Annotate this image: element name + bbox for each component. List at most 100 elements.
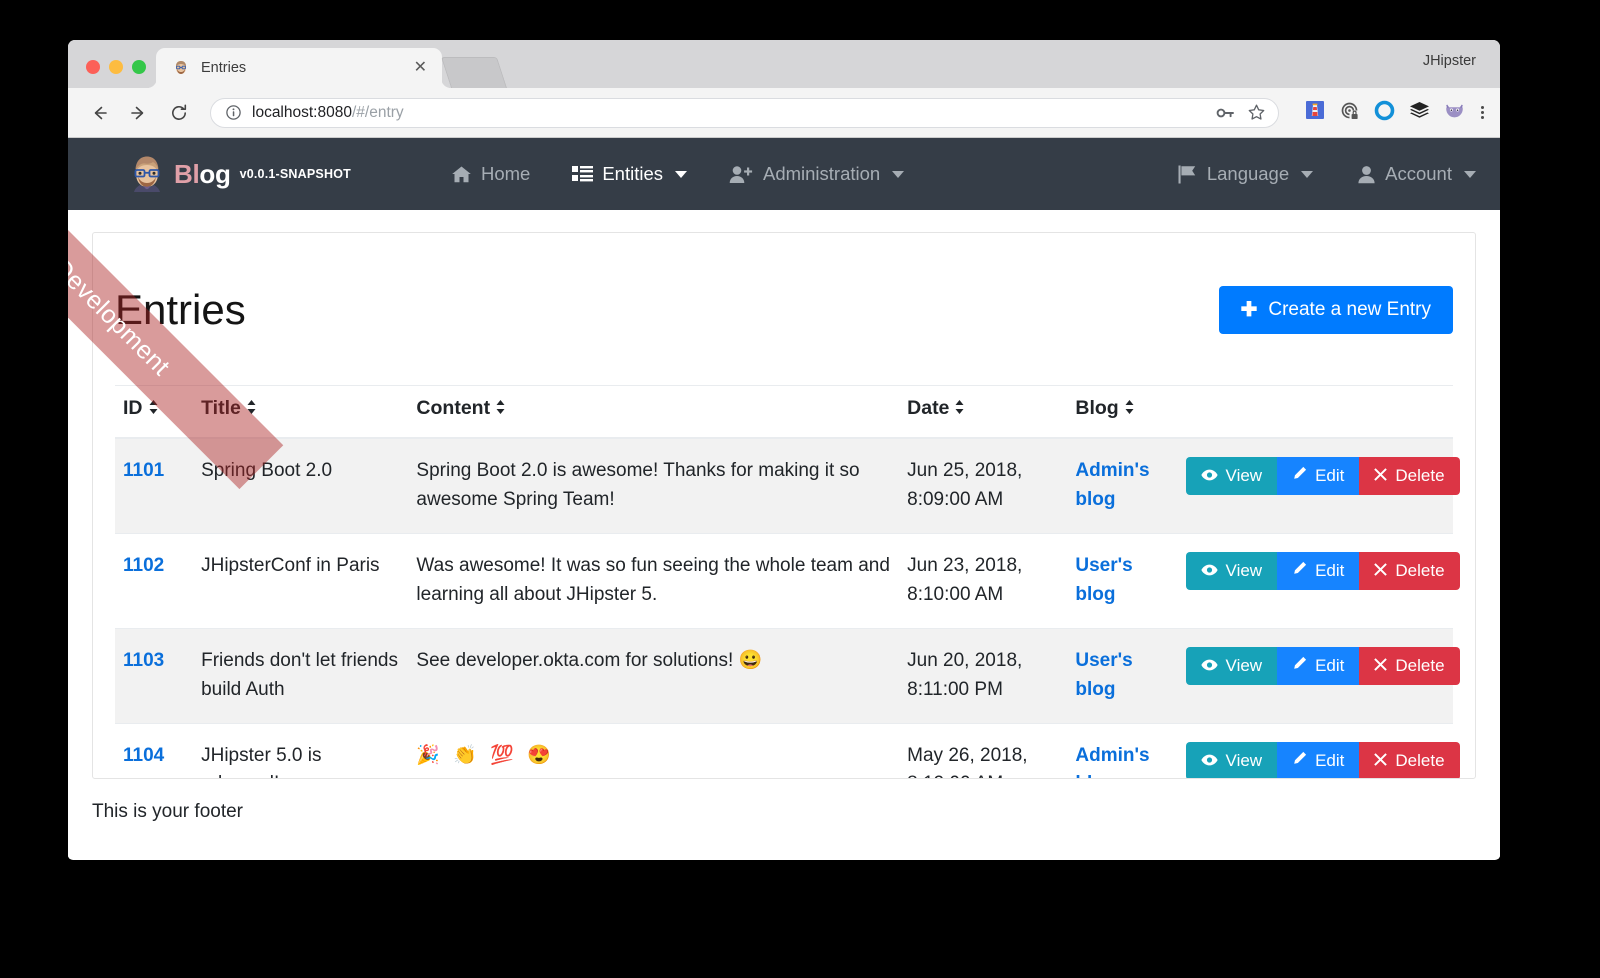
chevron-down-icon — [1464, 170, 1476, 178]
delete-button-label: Delete — [1395, 655, 1445, 675]
blog-link[interactable]: Admin's blog — [1075, 745, 1149, 779]
brand-link[interactable]: Blog v0.0.1-SNAPSHOT — [124, 151, 351, 197]
column-header-date-label: Date — [907, 397, 950, 420]
delete-button[interactable]: Delete — [1359, 552, 1460, 590]
nav-item-home[interactable]: Home — [451, 163, 530, 185]
table-row: 1101 Spring Boot 2.0 Spring Boot 2.0 is … — [115, 438, 1460, 535]
nav-item-account-label: Account — [1385, 163, 1452, 184]
cell-date: Jun 25, 2018, 8:09:00 AM — [899, 438, 1068, 535]
browser-tab-entries[interactable]: Entries ✕ — [156, 48, 442, 88]
browser-extension-icons — [1305, 100, 1465, 126]
key-icon[interactable] — [1216, 105, 1235, 121]
view-button[interactable]: View — [1185, 646, 1278, 685]
info-circle-icon[interactable] — [225, 104, 242, 121]
column-header-date[interactable]: Date — [899, 385, 1068, 440]
cell-blog: Admin's blog — [1067, 723, 1177, 779]
nav-item-entities-label: Entities — [602, 163, 663, 184]
brand-version: v0.0.1-SNAPSHOT — [239, 167, 351, 181]
entry-id-link[interactable]: 1102 — [123, 555, 164, 576]
cell-date: Jun 23, 2018, 8:10:00 AM — [899, 533, 1068, 629]
url-host: localhost:8080 — [252, 103, 352, 121]
edit-button[interactable]: Edit — [1277, 552, 1360, 590]
close-window-button[interactable] — [86, 60, 100, 74]
cell-content: See developer.okta.com for solutions! 😀 — [408, 628, 900, 724]
window-traffic-lights — [68, 60, 146, 88]
row-action-group: View Edit Delete — [1185, 552, 1460, 590]
table-row: 1102 JHipsterConf in Paris Was awesome! … — [115, 533, 1460, 629]
minimize-window-button[interactable] — [109, 60, 123, 74]
entry-id-link[interactable]: 1101 — [123, 460, 164, 481]
close-icon[interactable]: ✕ — [409, 58, 432, 78]
url-path: /#/entry — [351, 103, 404, 121]
entries-table-head: ID Title Content Date Blog — [115, 385, 1453, 440]
delete-button[interactable]: Delete — [1359, 457, 1460, 496]
view-button[interactable]: View — [1185, 741, 1278, 778]
cell-id: 1104 — [115, 723, 193, 778]
reload-icon[interactable] — [164, 98, 194, 128]
brand-title-prefix: Bl — [174, 158, 200, 189]
octocat-icon[interactable] — [1444, 101, 1465, 125]
column-header-content[interactable]: Content — [408, 385, 900, 440]
privacy-badger-icon[interactable] — [1339, 100, 1360, 126]
nav-item-account[interactable]: Account — [1357, 163, 1476, 185]
forward-arrow-icon[interactable] — [124, 98, 154, 128]
cell-date: Jun 20, 2018, 8:11:00 PM — [899, 628, 1068, 724]
blog-link[interactable]: Admin's blog — [1075, 460, 1149, 510]
column-header-blog[interactable]: Blog — [1067, 385, 1178, 440]
pencil-icon — [1292, 751, 1307, 771]
times-icon — [1374, 751, 1388, 771]
maximize-window-button[interactable] — [132, 60, 146, 74]
entry-id-link[interactable]: 1103 — [123, 650, 164, 671]
edit-button[interactable]: Edit — [1277, 457, 1360, 496]
row-action-group: View Edit Delete — [1185, 741, 1460, 778]
nav-item-entities[interactable]: Entities — [572, 163, 687, 185]
create-new-entry-button[interactable]: ✚ Create a new Entry — [1218, 286, 1453, 335]
footer-text: This is your footer — [92, 801, 243, 822]
edit-button[interactable]: Edit — [1277, 741, 1360, 778]
cell-title: Spring Boot 2.0 — [193, 438, 409, 535]
nav-item-administration-label: Administration — [762, 163, 881, 184]
new-tab-button[interactable] — [440, 57, 508, 88]
entry-id-link[interactable]: 1104 — [123, 745, 164, 766]
nav-item-language[interactable]: Language — [1178, 163, 1314, 185]
okta-icon[interactable] — [1374, 100, 1395, 126]
view-button[interactable]: View — [1185, 552, 1278, 590]
cell-blog: User's blog — [1067, 628, 1178, 724]
column-header-title[interactable]: Title — [193, 385, 409, 440]
eye-icon — [1200, 751, 1218, 771]
layers-icon[interactable] — [1409, 101, 1430, 124]
view-button-label: View — [1225, 750, 1263, 770]
jhipster-logo-icon — [124, 151, 170, 197]
edit-button[interactable]: Edit — [1277, 646, 1360, 685]
view-button[interactable]: View — [1185, 457, 1278, 496]
row-action-group: View Edit Delete — [1185, 646, 1460, 685]
cell-content: Spring Boot 2.0 is awesome! Thanks for m… — [408, 438, 900, 535]
browser-profile-name[interactable]: JHipster — [1423, 53, 1476, 69]
blog-link[interactable]: User's blog — [1075, 650, 1132, 700]
delete-button[interactable]: Delete — [1359, 741, 1460, 778]
app-navbar: Blog v0.0.1-SNAPSHOT Home Entities Admin… — [68, 138, 1500, 210]
cell-id: 1101 — [115, 438, 194, 535]
browser-tab-title: Entries — [201, 60, 247, 76]
blog-link[interactable]: User's blog — [1075, 555, 1132, 605]
flag-icon — [1178, 165, 1198, 184]
table-row: 1103 Friends don't let friends build Aut… — [115, 628, 1460, 724]
nav-item-administration[interactable]: Administration — [729, 163, 905, 185]
star-icon[interactable] — [1247, 103, 1266, 122]
edit-button-label: Edit — [1315, 561, 1345, 580]
view-button-label: View — [1225, 655, 1263, 675]
delete-button[interactable]: Delete — [1359, 646, 1460, 685]
kebab-menu-icon[interactable] — [1481, 104, 1484, 120]
page-header: Entries ✚ Create a new Entry — [115, 233, 1453, 385]
lighthouse-icon[interactable] — [1305, 100, 1325, 125]
home-icon — [451, 165, 472, 184]
column-header-id[interactable]: ID — [115, 385, 194, 440]
cell-blog: Admin's blog — [1067, 438, 1178, 535]
back-arrow-icon[interactable] — [84, 98, 114, 128]
address-bar[interactable]: localhost:8080/#/entry — [210, 97, 1279, 128]
pencil-icon — [1292, 656, 1307, 676]
navbar-right-menu: Language Account — [1178, 163, 1476, 185]
cell-title: JHipsterConf in Paris — [193, 533, 409, 629]
cell-content: Was awesome! It was so fun seeing the wh… — [408, 533, 900, 629]
entries-card: Entries ✚ Create a new Entry ID Title Co… — [92, 232, 1476, 779]
